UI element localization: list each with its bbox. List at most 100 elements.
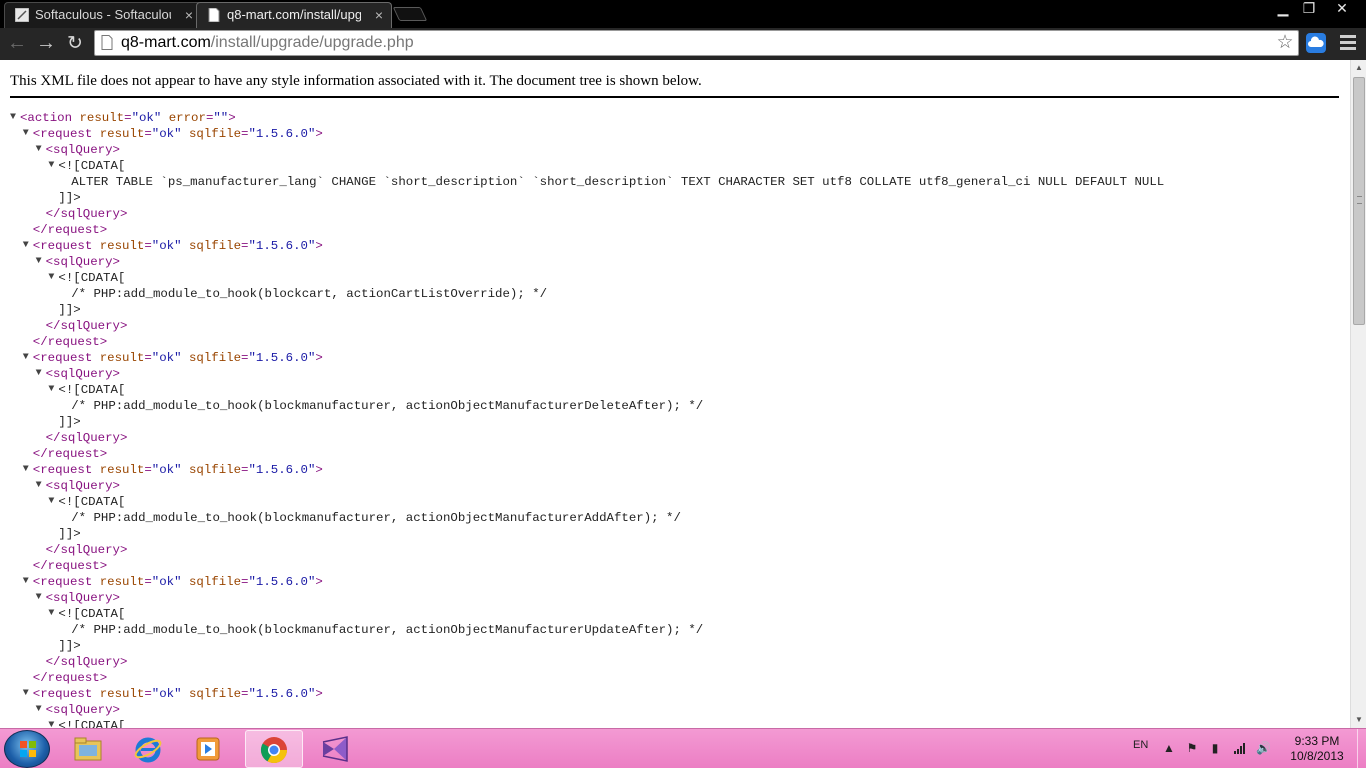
- tab-softaculous[interactable]: Softaculous - Softaculous ×: [4, 2, 202, 28]
- xml-attr-value: "1.5.6.0": [248, 127, 316, 141]
- collapse-triangle-icon[interactable]: ▼: [48, 494, 54, 510]
- taskbar-chrome[interactable]: [245, 730, 303, 768]
- xml-cdata-text: ALTER TABLE `ps_manufacturer_lang` CHANG…: [71, 175, 1165, 189]
- xml-line: ▼ <request result="ok" sqlfile="1.5.6.0">: [23, 462, 323, 478]
- vertical-scrollbar[interactable]: ▲ ▼: [1350, 60, 1366, 728]
- taskbar-internet-explorer[interactable]: [120, 730, 178, 768]
- xml-cdata-marker: <![CDATA[: [58, 719, 126, 728]
- xml-line: ▼ <request result="ok" sqlfile="1.5.6.0">: [23, 350, 323, 366]
- xml-tag-end: >: [112, 479, 120, 493]
- taskbar-visual-studio[interactable]: [307, 730, 365, 768]
- scroll-up-arrow-icon[interactable]: ▲: [1351, 60, 1366, 76]
- xml-close-tag: </sqlQuery>: [45, 207, 128, 221]
- xml-cdata-marker: <![CDATA[: [58, 271, 126, 285]
- scroll-down-arrow-icon[interactable]: ▼: [1351, 712, 1366, 728]
- action-center-flag-icon[interactable]: ⚑: [1185, 741, 1199, 755]
- volume-icon[interactable]: 🔊: [1256, 741, 1271, 755]
- url-text[interactable]: q8-mart.com/install/upgrade/upgrade.php: [121, 34, 414, 52]
- network-signal-icon[interactable]: [1233, 741, 1247, 755]
- collapse-triangle-icon[interactable]: ▼: [36, 702, 42, 718]
- show-hidden-icons-icon[interactable]: ▲: [1162, 741, 1176, 755]
- xml-tag-name: <sqlQuery: [45, 479, 113, 493]
- xml-line: ]]>: [58, 638, 80, 654]
- maximize-button[interactable]: ❐: [1296, 0, 1322, 18]
- xml-line: ▼ <action result="ok" error="">: [10, 110, 236, 126]
- xml-close-tag: </sqlQuery>: [45, 543, 128, 557]
- xml-attr-name: result: [72, 111, 125, 125]
- minimize-button[interactable]: ▁: [1270, 0, 1296, 18]
- language-indicator[interactable]: EN: [1133, 739, 1148, 751]
- taskbar-media-player[interactable]: [180, 730, 238, 768]
- xml-cdata-marker: ]]>: [58, 639, 81, 653]
- xml-tag-end: >: [112, 255, 120, 269]
- cloud-extension-icon[interactable]: [1306, 33, 1326, 53]
- bookmark-star-icon[interactable]: ☆: [1274, 32, 1296, 54]
- collapse-triangle-icon[interactable]: ▼: [10, 110, 16, 126]
- back-arrow-icon[interactable]: ←: [6, 33, 28, 55]
- collapse-triangle-icon[interactable]: ▼: [48, 718, 54, 728]
- xml-attr-name: sqlfile: [181, 351, 242, 365]
- tab-close-icon[interactable]: ×: [375, 3, 383, 27]
- collapse-triangle-icon[interactable]: ▼: [48, 382, 54, 398]
- xml-cdata-marker: <![CDATA[: [58, 159, 126, 173]
- windows-logo-icon: [20, 741, 36, 757]
- xml-line: ▼ <![CDATA[: [48, 606, 125, 622]
- xml-tag-end: >: [112, 703, 120, 717]
- xml-tag-end: >: [315, 351, 323, 365]
- xml-attr-name: result: [92, 575, 145, 589]
- collapse-triangle-icon[interactable]: ▼: [36, 254, 42, 270]
- close-window-button[interactable]: ✕: [1322, 0, 1362, 18]
- collapse-triangle-icon[interactable]: ▼: [36, 366, 42, 382]
- xml-line: </sqlQuery>: [46, 654, 128, 670]
- xml-tag-name: <request: [32, 463, 93, 477]
- collapse-triangle-icon[interactable]: ▼: [23, 238, 29, 254]
- xml-attr-name: error: [161, 111, 206, 125]
- new-tab-button[interactable]: [392, 7, 428, 21]
- collapse-triangle-icon[interactable]: ▼: [23, 126, 29, 142]
- power-icon[interactable]: ▮: [1208, 741, 1222, 755]
- xml-tag-name: <sqlQuery: [45, 591, 113, 605]
- tab-close-icon[interactable]: ×: [185, 3, 193, 27]
- collapse-triangle-icon[interactable]: ▼: [36, 590, 42, 606]
- collapse-triangle-icon[interactable]: ▼: [48, 158, 54, 174]
- xml-cdata-marker: ]]>: [58, 527, 81, 541]
- collapse-triangle-icon[interactable]: ▼: [23, 686, 29, 702]
- xml-tag-name: <request: [32, 351, 93, 365]
- collapse-triangle-icon[interactable]: ▼: [48, 606, 54, 622]
- address-bar[interactable]: q8-mart.com/install/upgrade/upgrade.php …: [94, 30, 1299, 56]
- collapse-triangle-icon[interactable]: ▼: [48, 270, 54, 286]
- xml-attr-name: sqlfile: [181, 463, 242, 477]
- chrome-icon: [260, 737, 288, 764]
- tab-upgrade[interactable]: q8-mart.com/install/upgr ×: [196, 2, 392, 28]
- collapse-triangle-icon[interactable]: ▼: [23, 350, 29, 366]
- forward-arrow-icon[interactable]: →: [35, 33, 57, 55]
- xml-attr-value: "1.5.6.0": [248, 687, 316, 701]
- collapse-triangle-icon[interactable]: ▼: [36, 478, 42, 494]
- scroll-thumb[interactable]: [1353, 77, 1365, 325]
- xml-line: /* PHP:add_module_to_hook(blockmanufactu…: [71, 622, 703, 638]
- reload-icon[interactable]: ↻: [64, 33, 86, 55]
- collapse-triangle-icon[interactable]: ▼: [23, 574, 29, 590]
- xml-tag-end: >: [112, 367, 120, 381]
- explorer-folder-icon: [74, 737, 102, 761]
- xml-line: ]]>: [58, 190, 80, 206]
- show-desktop-button[interactable]: [1357, 729, 1366, 768]
- xml-cdata-marker: ]]>: [58, 415, 81, 429]
- start-button[interactable]: [4, 730, 50, 768]
- chrome-menu-icon[interactable]: [1340, 35, 1356, 51]
- visual-studio-icon: [322, 736, 348, 762]
- page-icon: [101, 35, 113, 50]
- xml-info-header: This XML file does not appear to have an…: [10, 73, 702, 89]
- xml-cdata-text: /* PHP:add_module_to_hook(blockmanufactu…: [71, 399, 704, 413]
- taskbar-explorer[interactable]: [60, 730, 118, 768]
- xml-attr-name: result: [92, 463, 145, 477]
- url-path: /install/upgrade/upgrade.php: [210, 34, 414, 51]
- xml-tag-end: >: [112, 143, 120, 157]
- taskbar-clock[interactable]: 9:33 PM 10/8/2013: [1280, 734, 1354, 764]
- xml-attr-value: "1.5.6.0": [248, 463, 316, 477]
- xml-equals: =: [144, 463, 152, 477]
- xml-tag-end: >: [315, 127, 323, 141]
- collapse-triangle-icon[interactable]: ▼: [36, 142, 42, 158]
- xml-line: </request>: [33, 446, 107, 462]
- collapse-triangle-icon[interactable]: ▼: [23, 462, 29, 478]
